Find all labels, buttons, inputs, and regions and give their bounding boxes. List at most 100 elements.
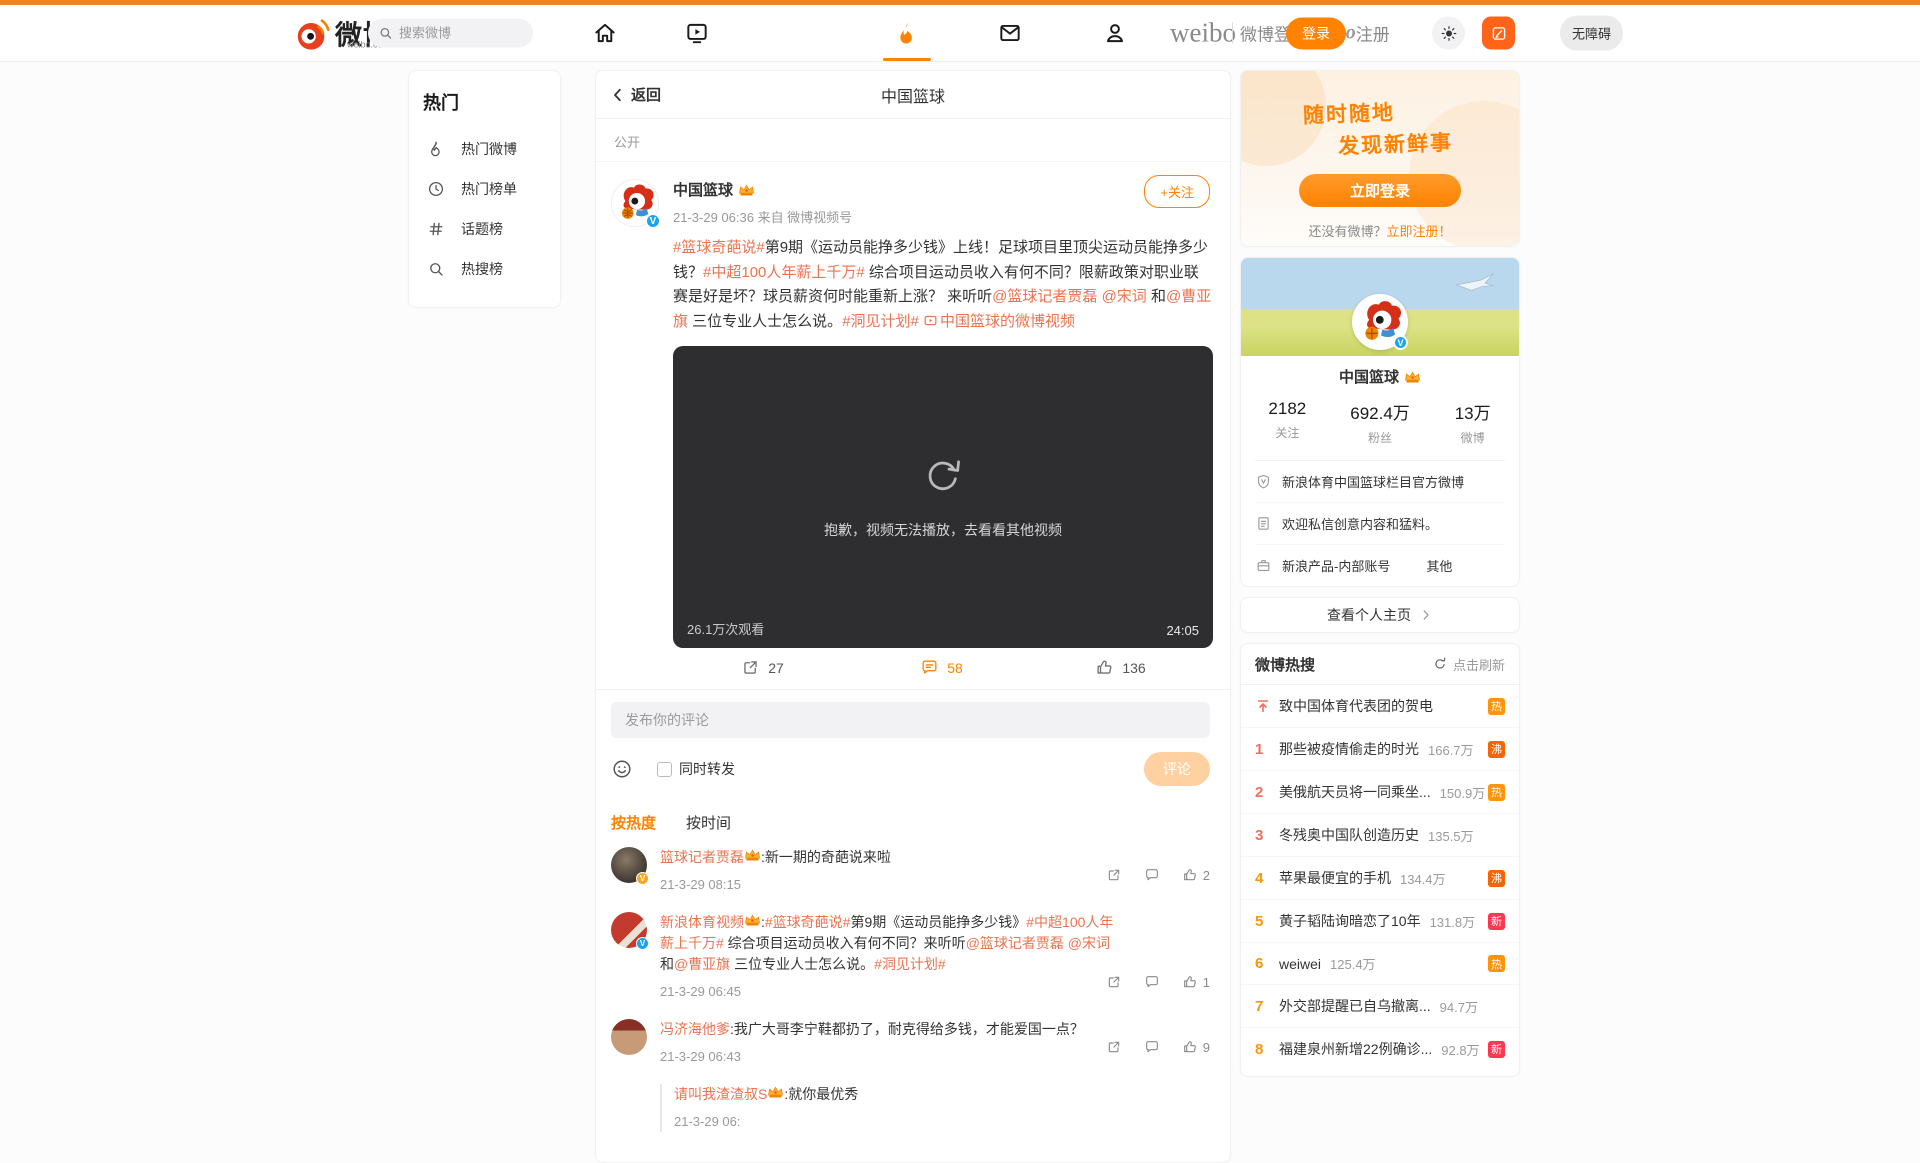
like-icon <box>1095 658 1114 677</box>
comment-button[interactable]: 58 <box>852 658 1031 677</box>
hot-tab-underline <box>883 58 931 61</box>
compose-button[interactable] <box>1482 17 1515 50</box>
comment-like-button[interactable]: 2 <box>1182 867 1210 883</box>
profile-avatar[interactable]: V <box>1352 294 1408 350</box>
comment-reply-button[interactable] <box>1144 1039 1160 1055</box>
comment-avatar[interactable] <box>611 1019 647 1055</box>
sidebar-item-2[interactable]: 话题榜 <box>409 209 560 249</box>
comment-item: V篮球记者贾磊:新一期的奇葩说来啦21-3-29 08:152 <box>611 847 1210 895</box>
sidebar-item-0[interactable]: 热门微博 <box>409 129 560 169</box>
page-title: 中国篮球 <box>881 83 945 107</box>
theme-toggle-button[interactable] <box>1432 17 1465 50</box>
profile-stat-关注[interactable]: 2182关注 <box>1241 399 1334 446</box>
comment-author-name[interactable]: 冯济海他爹 <box>660 1021 730 1037</box>
post-author-name[interactable]: 中国篮球 <box>673 179 852 200</box>
vip-crown-icon <box>767 1085 784 1099</box>
profile-stat-粉丝[interactable]: 692.4万粉丝 <box>1334 399 1427 446</box>
hot-search-item[interactable]: 6weiwei125.4万热 <box>1241 943 1519 985</box>
video-link[interactable]: 中国篮球的微博视频 <box>923 313 1075 330</box>
replay-icon[interactable] <box>921 454 965 498</box>
hashtag-link[interactable]: #中超100人年薪上千万# <box>703 264 865 281</box>
home-icon[interactable] <box>592 20 618 46</box>
comment-share-button[interactable] <box>1106 867 1122 883</box>
comment-reply-button[interactable] <box>1144 867 1160 883</box>
comment-reply-button[interactable] <box>1144 974 1160 990</box>
profile-info-text: 欢迎私信创意内容和猛料。 <box>1282 514 1438 533</box>
refresh-button[interactable]: 点击刷新 <box>1433 655 1505 674</box>
post-text: #篮球奇葩说#第9期《运动员能挣多少钱》上线！足球项目里顶尖运动员能挣多少钱？#… <box>673 236 1213 334</box>
video-icon[interactable] <box>684 20 710 46</box>
profile-info-text: 新浪产品-内部账号 <box>1282 556 1390 575</box>
smiley-icon <box>611 758 633 780</box>
hashtag-link[interactable]: #篮球奇葩说# <box>765 914 851 930</box>
follow-button[interactable]: +关注 <box>1144 175 1210 208</box>
comment-avatar[interactable]: V <box>611 847 647 883</box>
like-button[interactable]: 136 <box>1031 658 1210 677</box>
submit-comment-button[interactable]: 评论 <box>1144 752 1210 786</box>
profile-stat-微博[interactable]: 13万微博 <box>1426 399 1519 446</box>
mention-link[interactable]: @篮球记者贾磊 <box>992 288 1097 305</box>
hot-search-text: 致中国体育代表团的贺电 <box>1279 696 1433 716</box>
mention-link[interactable]: @曹亚旗 <box>674 956 730 972</box>
hot-search-item[interactable]: 4苹果最便宜的手机134.4万沸 <box>1241 857 1519 900</box>
accessibility-button[interactable]: 无障碍 <box>1560 16 1623 51</box>
reply-text: 请叫我渣渣叔S:就你最优秀 <box>674 1084 1210 1105</box>
repost-checkbox[interactable] <box>657 762 672 777</box>
comment-like-button[interactable]: 9 <box>1182 1039 1210 1055</box>
promo-login-button[interactable]: 立即登录 <box>1299 174 1461 207</box>
back-button[interactable]: 返回 <box>609 84 661 105</box>
tab-sort-hot[interactable]: 按热度 <box>611 812 656 833</box>
hot-search-rank: 3 <box>1255 827 1279 844</box>
comment-like-button[interactable]: 1 <box>1182 974 1210 990</box>
hot-search-item[interactable]: 1那些被疫情偷走的时光166.7万沸 <box>1241 728 1519 771</box>
hot-search-text: 苹果最便宜的手机 <box>1279 868 1391 888</box>
hot-search-item[interactable]: 8福建泉州新增22例确诊...92.8万新 <box>1241 1028 1519 1070</box>
hot-badge: 热 <box>1488 784 1505 801</box>
view-profile-button[interactable]: 查看个人主页 <box>1240 597 1520 633</box>
hashtag-link[interactable]: #篮球奇葩说# <box>673 239 765 256</box>
comment-avatar[interactable]: V <box>611 912 647 948</box>
arrow-top-icon <box>1255 698 1271 714</box>
share-button[interactable]: 27 <box>673 658 852 677</box>
topic-feed-card: 返回 中国篮球 公开 +关注 V 中国篮球 21-3-29 06:36 来自 微… <box>595 70 1231 1163</box>
sidebar-item-1[interactable]: 热门榜单 <box>409 169 560 209</box>
comment-author-name[interactable]: 新浪体育视频 <box>660 914 744 930</box>
reply-author-name[interactable]: 请叫我渣渣叔S <box>674 1086 767 1102</box>
post-author-avatar[interactable]: V <box>611 179 659 227</box>
hot-search-item[interactable]: 7外交部提醒已自乌撤离...94.7万 <box>1241 985 1519 1028</box>
comment-input[interactable] <box>611 702 1210 738</box>
profile-icon[interactable] <box>1102 20 1128 46</box>
search-input[interactable] <box>399 26 509 41</box>
mention-link[interactable]: @宋词 <box>1102 288 1147 305</box>
tab-sort-time[interactable]: 按时间 <box>686 812 731 833</box>
mention-link[interactable]: @宋词 <box>1068 935 1110 951</box>
sidebar-item-3[interactable]: 热搜榜 <box>409 249 560 289</box>
hot-fire-icon[interactable] <box>894 20 920 46</box>
hot-sidebar: 热门 热门微博热门榜单话题榜热搜榜 <box>408 70 561 308</box>
hashtag-link[interactable]: #洞见计划# <box>842 313 919 330</box>
comment-share-button[interactable] <box>1106 1039 1122 1055</box>
hot-search-count: 92.8万 <box>1441 1040 1488 1059</box>
hot-search-rank: 2 <box>1255 784 1279 801</box>
comment-body: 新浪体育视频:#篮球奇葩说#第9期《运动员能挣多少钱》#中超100人年薪上千万#… <box>660 912 1120 1002</box>
mail-icon[interactable] <box>997 20 1023 46</box>
video-play-icon <box>923 313 938 328</box>
register-text[interactable]: 注册 <box>1356 21 1390 46</box>
hot-search-item[interactable]: 5黄子韬陆询暗恋了10年131.8万新 <box>1241 900 1519 943</box>
emoji-button[interactable] <box>611 758 633 780</box>
hot-search-item[interactable]: 3冬残奥中国队创造历史135.5万 <box>1241 814 1519 857</box>
share-icon <box>741 658 760 677</box>
mention-link[interactable]: @篮球记者贾磊 <box>966 935 1064 951</box>
hot-search-item[interactable]: 致中国体育代表团的贺电热 <box>1241 685 1519 728</box>
comment-author-name[interactable]: 篮球记者贾磊 <box>660 849 744 865</box>
clock-icon <box>427 180 445 198</box>
profile-info-row: 新浪体育中国篮球栏目官方微博 <box>1255 461 1505 503</box>
profile-info-row: 新浪产品-内部账号其他 <box>1255 545 1505 586</box>
hashtag-link[interactable]: #洞见计划# <box>874 956 946 972</box>
login-button[interactable]: 登录 <box>1286 17 1346 49</box>
register-link[interactable]: 立即注册！ <box>1387 224 1452 239</box>
repost-checkbox-row[interactable]: 同时转发 <box>657 759 735 779</box>
comment-share-button[interactable] <box>1106 974 1122 990</box>
hot-search-item[interactable]: 2美俄航天员将一同乘坐...150.9万热 <box>1241 771 1519 814</box>
briefcase-icon <box>1255 557 1272 574</box>
